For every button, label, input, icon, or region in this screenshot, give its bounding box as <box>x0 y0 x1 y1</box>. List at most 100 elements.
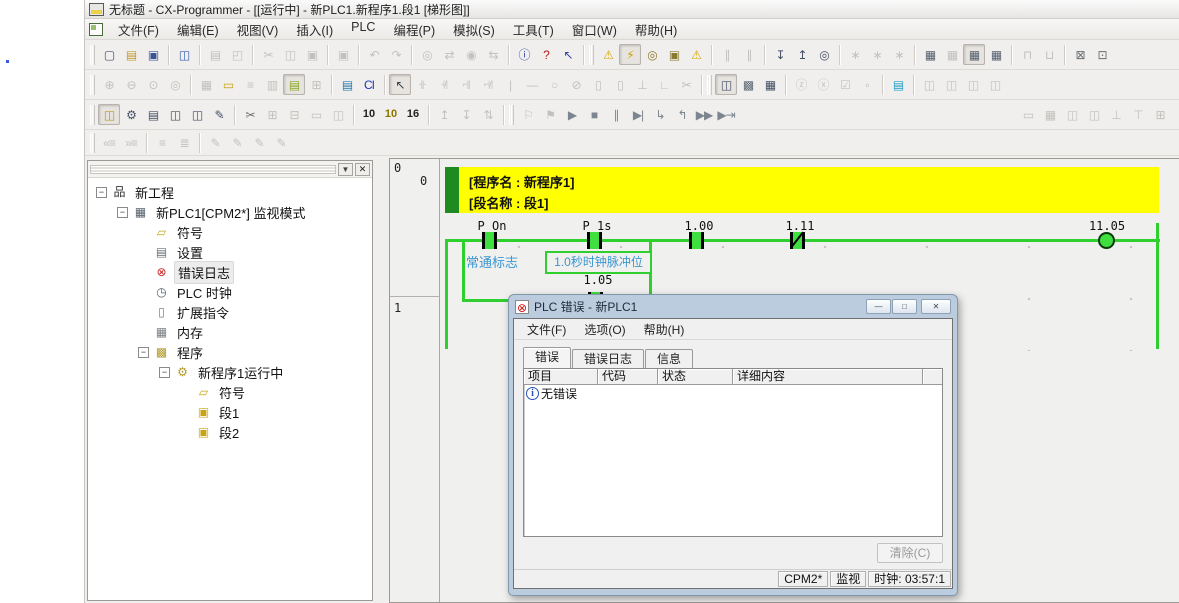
layers-icon[interactable]: ▩ <box>737 74 759 95</box>
menu-item-模拟S[interactable]: 模拟(S) <box>444 18 504 41</box>
sim-continuous-step-icon[interactable]: ▶▶ <box>693 104 715 125</box>
menu-item-视图V[interactable]: 视图(V) <box>228 18 288 41</box>
tree-item-program-running[interactable]: −⚙新程序1运行中 <box>90 362 370 382</box>
menu-item-编辑E[interactable]: 编辑(E) <box>168 18 228 41</box>
menu-item-工具T[interactable]: 工具(T) <box>504 18 563 41</box>
tree-expander[interactable]: − <box>96 187 107 198</box>
section-banner[interactable]: [程序名 : 新程序1] [段名称 : 段1] <box>445 167 1159 213</box>
monitor-mode-icon[interactable]: ▦ <box>963 44 985 65</box>
toolbar-grip[interactable] <box>589 45 594 65</box>
tree-expander[interactable]: − <box>159 367 170 378</box>
upload-from-plc-icon[interactable]: ↥ <box>791 44 813 65</box>
tree-item-plc-device[interactable]: −▦新PLC1[CPM2*] 监视模式 <box>90 202 370 222</box>
new-file-icon[interactable]: ▢ <box>98 44 120 65</box>
menu-item-窗口W[interactable]: 窗口(W) <box>563 18 626 41</box>
clear-button[interactable]: 清除(C) <box>877 543 943 563</box>
column-header[interactable]: 代码 <box>598 369 658 385</box>
forced-decimal-icon[interactable]: 10 <box>380 104 402 125</box>
sim-pause-icon[interactable]: ∥ <box>605 104 627 125</box>
program-mode-icon[interactable]: ▦ <box>919 44 941 65</box>
document-window-icon[interactable] <box>89 23 103 36</box>
window-layout-icon[interactable]: ◫ <box>715 74 737 95</box>
tree-item-section[interactable]: ▣段2 <box>90 422 370 442</box>
panel-close-button[interactable]: ✕ <box>355 163 370 176</box>
data-trace-icon[interactable]: ▤ <box>142 104 164 125</box>
column-header[interactable]: 详细内容 <box>733 369 923 385</box>
protection-lock-icon[interactable]: ⊠ <box>1069 44 1091 65</box>
column-header[interactable] <box>923 369 942 385</box>
faceplate-icon[interactable]: ◫ <box>164 104 186 125</box>
sim-stop-icon[interactable]: ■ <box>583 104 605 125</box>
tree-item-symbols[interactable]: ▱符号 <box>90 222 370 242</box>
toolbar-grip[interactable] <box>90 45 95 65</box>
sim-step-run-icon[interactable]: ▶| <box>627 104 649 125</box>
find-check-icon[interactable]: ◎ <box>641 44 663 65</box>
rung-comment-icon[interactable]: ▭ <box>217 74 239 95</box>
menu-item-文件F[interactable]: 文件(F) <box>109 18 168 41</box>
dock-grip[interactable] <box>90 165 336 174</box>
watch-sheet-icon[interactable]: ▦ <box>759 74 781 95</box>
tree-expander[interactable]: − <box>138 347 149 358</box>
compare-with-plc-icon[interactable]: ◎ <box>813 44 835 65</box>
table-row[interactable]: i无错误 <box>524 385 942 402</box>
column-header[interactable]: 项目 <box>524 369 598 385</box>
tree-item-programs[interactable]: −▩程序 <box>90 342 370 362</box>
tab-错误日志[interactable]: 错误日志 <box>572 349 644 368</box>
close-button[interactable]: ✕ <box>921 299 951 314</box>
decimal-monitor-icon[interactable]: 10 <box>358 104 380 125</box>
properties-icon[interactable]: ✎ <box>208 104 230 125</box>
about-icon[interactable]: ⓘ <box>513 44 535 65</box>
tree-expander[interactable]: − <box>117 207 128 218</box>
run-mode-icon[interactable]: ▦ <box>985 44 1007 65</box>
address-reference-icon[interactable]: ▤ <box>887 74 909 95</box>
tree-item-memory[interactable]: ▦内存 <box>90 322 370 342</box>
toolbar-grip[interactable] <box>509 105 514 125</box>
sim-step-in-icon[interactable]: ↳ <box>649 104 671 125</box>
dialog-menu-选项O[interactable]: 选项(O) <box>575 319 634 340</box>
maximize-button[interactable]: □ <box>892 299 917 314</box>
context-help-icon[interactable]: ↖ <box>557 44 579 65</box>
contact-no-1.00[interactable] <box>689 232 704 249</box>
toolbar-grip[interactable] <box>90 105 95 125</box>
tree-item-project[interactable]: −品新工程 <box>90 182 370 202</box>
tree-item-expansion-instructions[interactable]: ▯扩展指令 <box>90 302 370 322</box>
save-project-icon[interactable]: ▣ <box>142 44 164 65</box>
tree-item-symbols[interactable]: ▱符号 <box>90 382 370 402</box>
toolbox-icon[interactable]: ⚙ <box>120 104 142 125</box>
help-topics-icon[interactable]: ? <box>535 44 557 65</box>
contact-no-P_On[interactable] <box>482 232 497 249</box>
io-window-icon[interactable]: ◫ <box>186 104 208 125</box>
selection-mode-icon[interactable]: ↖ <box>389 74 411 95</box>
tree-item-settings[interactable]: ▤设置 <box>90 242 370 262</box>
toolbar-grip[interactable] <box>707 75 712 95</box>
error-list[interactable]: 项目代码状态详细内容 i无错误 <box>523 368 943 537</box>
compact-rungs-icon[interactable]: ▤ <box>283 74 305 95</box>
dialog-menu-帮助H[interactable]: 帮助(H) <box>635 319 694 340</box>
compile-program-icon[interactable]: ◫ <box>173 44 195 65</box>
open-project-icon[interactable]: ▤ <box>120 44 142 65</box>
column-header[interactable]: 状态 <box>658 369 733 385</box>
menu-item-编程P[interactable]: 编程(P) <box>384 18 444 41</box>
sim-scan-run-icon[interactable]: ▶⇥ <box>715 104 737 125</box>
toolbar-grip[interactable] <box>90 133 95 153</box>
dialog-title-bar[interactable]: ⊗ PLC 错误 - 新PLC1 —□✕ <box>513 295 953 318</box>
vertical-splitter[interactable] <box>373 158 389 603</box>
sim-run-icon[interactable]: ▶ <box>561 104 583 125</box>
panel-dropdown-button[interactable]: ▼ <box>338 163 353 176</box>
protection-unlock-icon[interactable]: ⊡ <box>1091 44 1113 65</box>
toolbar-grip[interactable] <box>90 75 95 95</box>
hex-monitor-icon[interactable]: 16 <box>402 104 424 125</box>
contact-nc-1.11[interactable] <box>790 232 805 249</box>
minimize-button[interactable]: — <box>866 299 891 314</box>
project-workspace-icon[interactable]: ◫ <box>98 104 120 125</box>
output-coil-11.05[interactable] <box>1098 232 1115 249</box>
tree-item-section[interactable]: ▣段1 <box>90 402 370 422</box>
sim-step-out-icon[interactable]: ↰ <box>671 104 693 125</box>
dialog-menu-文件F[interactable]: 文件(F) <box>518 319 575 340</box>
work-online-icon[interactable]: ⚡ <box>619 44 641 65</box>
transfer-check-icon[interactable]: ▣ <box>663 44 685 65</box>
cross-reference-icon[interactable]: CI <box>358 74 380 95</box>
auto-online-icon[interactable]: ⚠ <box>685 44 707 65</box>
contact-no-P_1s[interactable] <box>587 232 602 249</box>
tab-错误[interactable]: 错误 <box>523 347 571 368</box>
